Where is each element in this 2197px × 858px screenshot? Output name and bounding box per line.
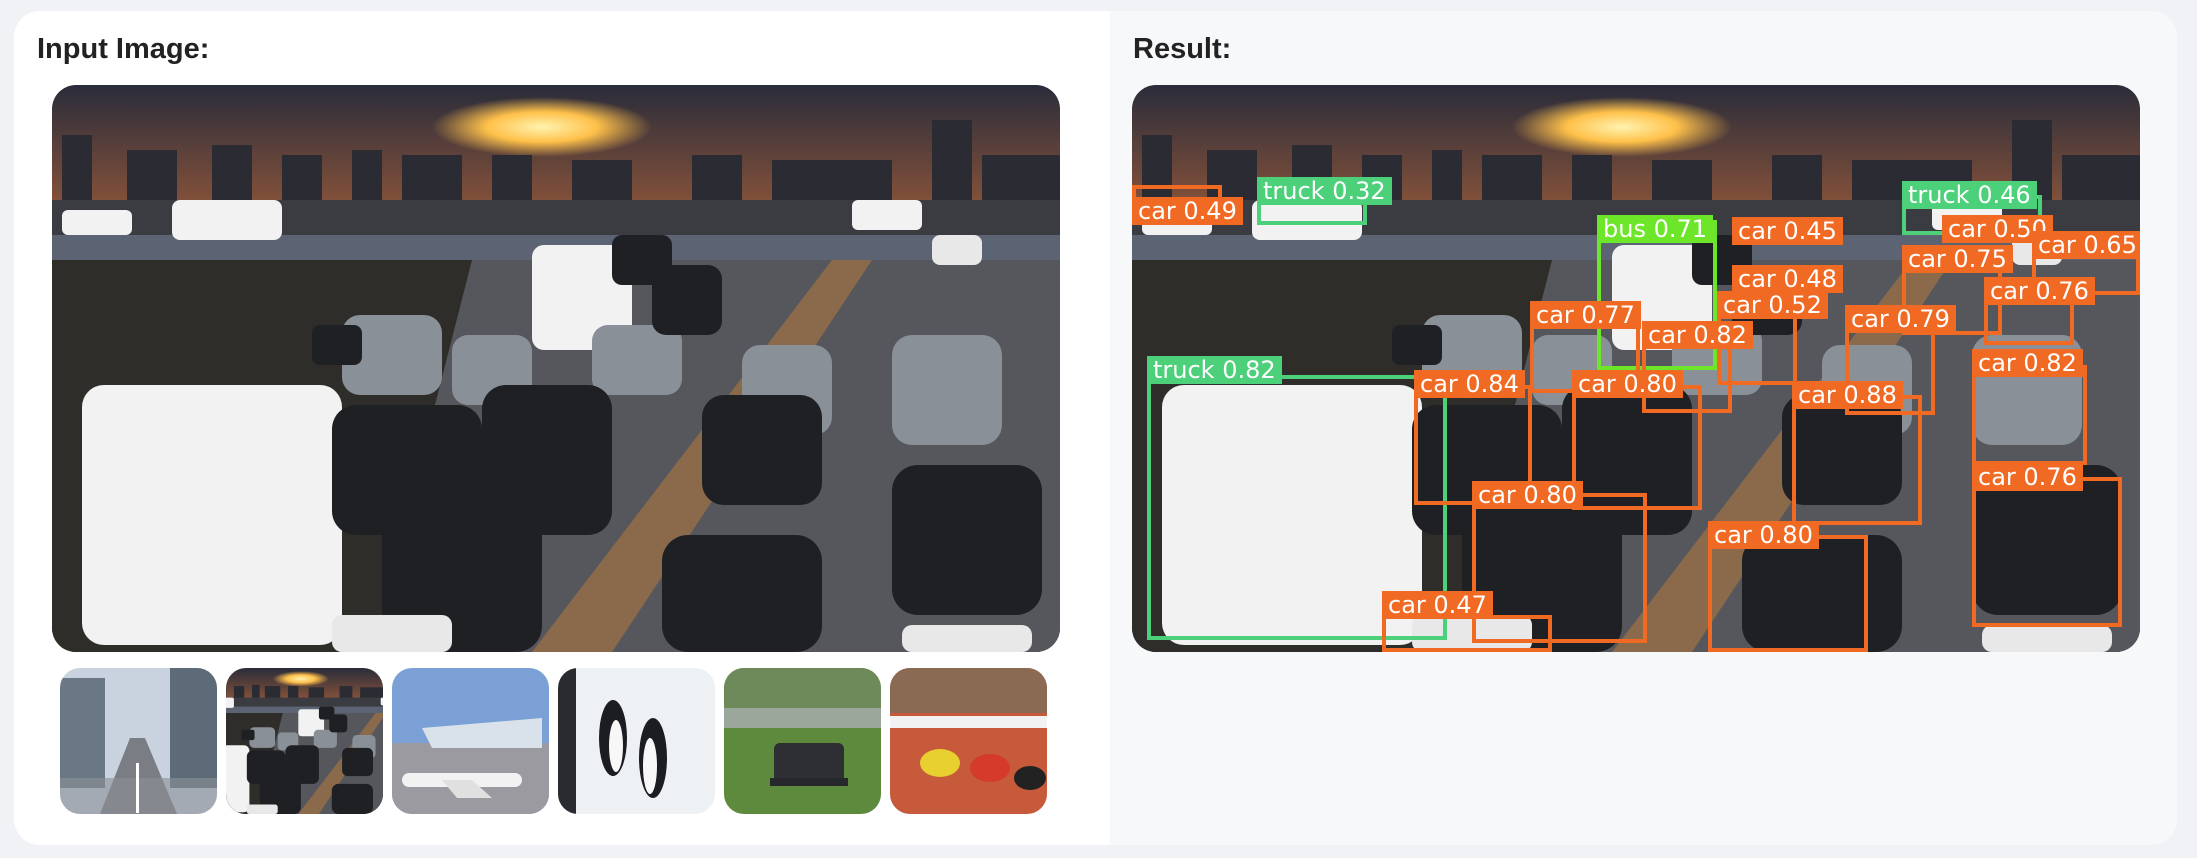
input-image[interactable]: [52, 85, 1060, 652]
city-street-image: [60, 668, 217, 814]
detection-label: bus 0.71: [1597, 215, 1714, 243]
detection-label: truck 0.46: [1902, 181, 2037, 209]
penguins-image: [558, 668, 715, 814]
example-thumbnail-penguins[interactable]: [558, 668, 715, 814]
detection-box: [1572, 385, 1702, 510]
detection-label: car 0.84: [1414, 370, 1525, 398]
detection-label: truck 0.32: [1257, 177, 1392, 205]
input-image-title: Input Image:: [37, 33, 210, 65]
detection-label: car 0.80: [1472, 481, 1583, 509]
detection-label: car 0.79: [1845, 305, 1956, 333]
highway-traffic-image: [226, 668, 383, 814]
detection-box: [1972, 477, 2122, 627]
detection-box: [1972, 365, 2087, 465]
detection-label: car 0.77: [1530, 301, 1641, 329]
app-card: Input Image: Result: car 0.49 truck 0.32…: [14, 11, 2177, 845]
example-thumbnail-sprinters[interactable]: [890, 668, 1047, 814]
example-thumbnail-airport-plane[interactable]: [392, 668, 549, 814]
input-traffic-photo: [52, 85, 1060, 652]
detection-label: car 0.47: [1382, 591, 1493, 619]
detection-label: car 0.65: [2032, 231, 2140, 259]
detection-label: car 0.82: [1972, 349, 2083, 377]
detection-label: car 0.88: [1792, 381, 1903, 409]
detection-label: car 0.76: [1972, 463, 2083, 491]
detection-box: [1708, 535, 1868, 652]
sprinters-image: [890, 668, 1047, 814]
example-thumbnail-city-street[interactable]: [60, 668, 217, 814]
park-bench-image: [724, 668, 881, 814]
detection-label: car 0.45: [1732, 217, 1843, 245]
detection-box: [1792, 395, 1922, 525]
detection-label: car 0.82: [1642, 321, 1753, 349]
detection-label: car 0.76: [1984, 277, 2095, 305]
result-title: Result:: [1133, 33, 1232, 65]
airport-plane-image: [392, 668, 549, 814]
detection-label: car 0.80: [1708, 521, 1819, 549]
detection-label: car 0.52: [1717, 291, 1828, 319]
detection-box: [1382, 615, 1552, 652]
detection-label: car 0.80: [1572, 370, 1683, 398]
example-thumbnail-park-bench[interactable]: [724, 668, 881, 814]
detection-label: car 0.75: [1902, 245, 2013, 273]
detection-label: truck 0.82: [1147, 356, 1282, 384]
detection-label: car 0.49: [1132, 197, 1243, 225]
result-image: car 0.49 truck 0.32 truck 0.46 bus 0.71 …: [1132, 85, 2140, 652]
example-thumbnail-highway-traffic[interactable]: [226, 668, 383, 814]
detection-label: car 0.48: [1732, 265, 1843, 293]
